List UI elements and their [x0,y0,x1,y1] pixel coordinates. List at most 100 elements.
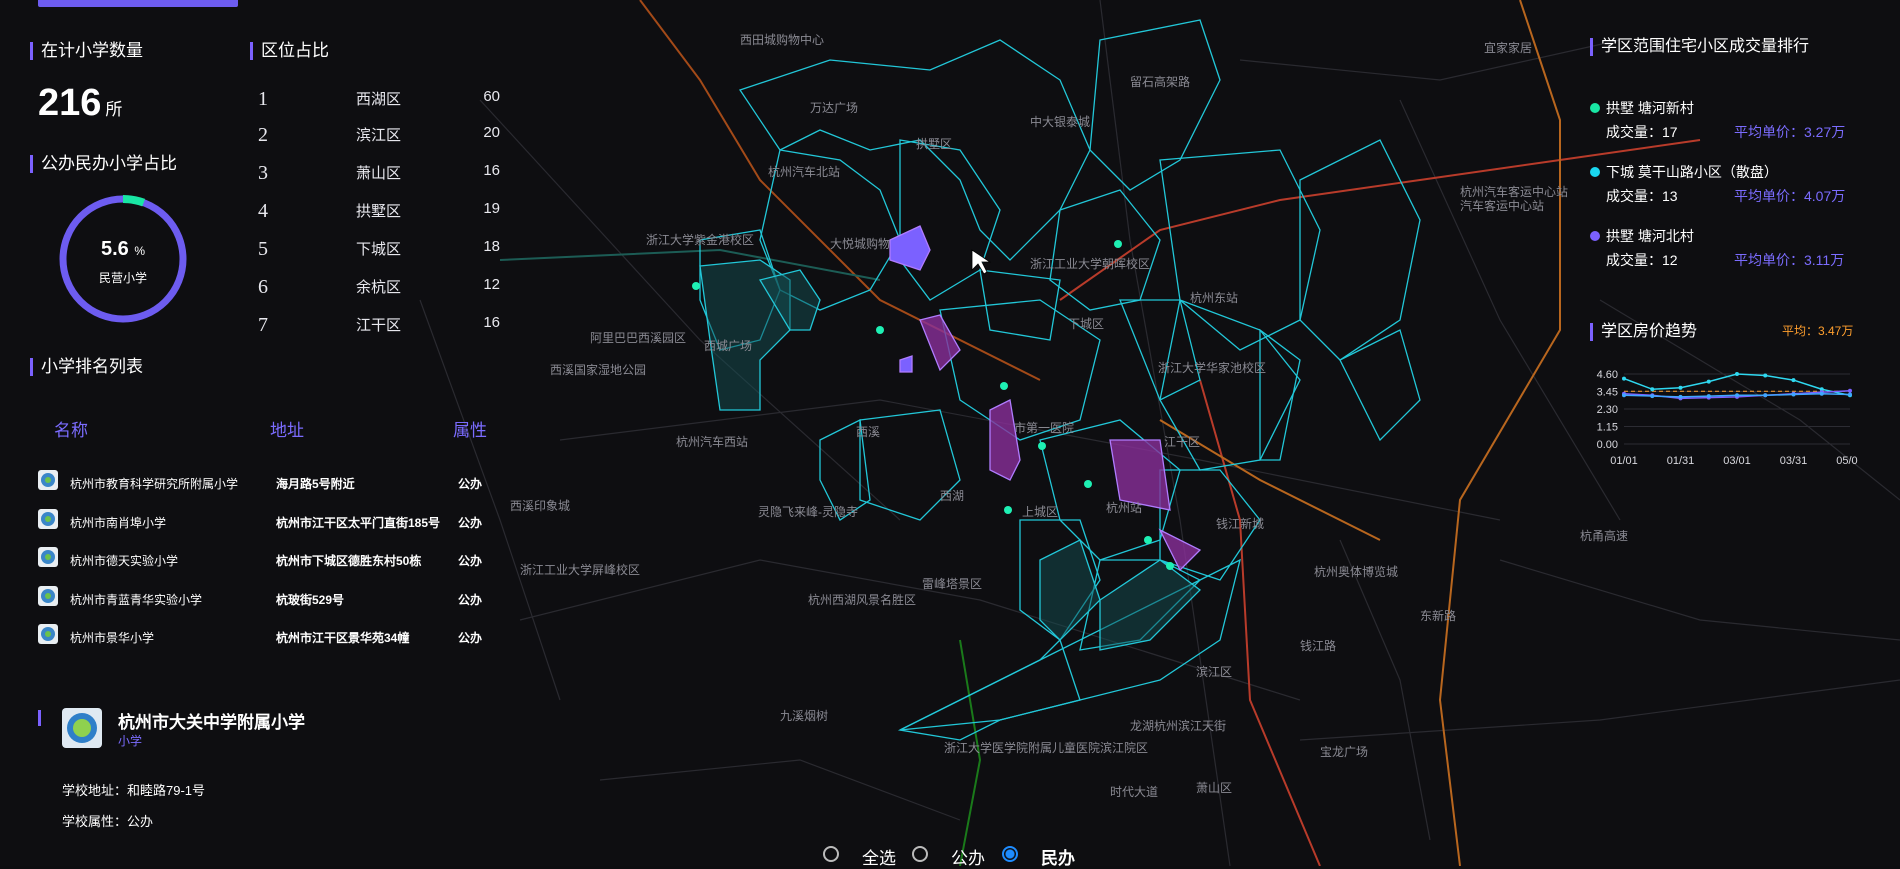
map-label: 九溪烟树 [780,708,828,723]
school-logo-icon [38,586,58,606]
series-point [1848,392,1852,397]
series-point [1706,394,1711,399]
detail-school-category: 小学 [118,734,143,748]
series-point [1650,387,1655,392]
district-row[interactable]: 2 滨江区 20 [258,124,500,148]
radio-public[interactable] [912,846,928,862]
school-row[interactable]: 杭州市南肖埠小学 杭州市江干区太平门直街185号 公办 [38,509,488,535]
map-label: 东新路 [1420,608,1456,623]
ratio-value-wrap: 5.6 % [58,238,188,261]
district-row[interactable]: 4 拱墅区 19 [258,200,500,224]
district-row[interactable]: 7 江干区 16 [258,314,500,338]
series-point [1735,393,1739,398]
map-label: 浙江工业大学屏峰校区 [520,562,640,577]
col-name-header[interactable]: 名称 [54,416,88,441]
district-rank: 3 [258,162,268,184]
y-tick-label: 1.15 [1597,422,1618,434]
map-label: 宝龙广场 [1320,745,1368,759]
district-rank: 7 [258,314,268,336]
map-label: 浙江工业大学朝晖校区 [1030,256,1150,271]
school-row[interactable]: 杭州市青蓝青华实验小学 杭玻街529号 公办 [38,586,488,612]
map-label: 大悦城购物 [830,236,890,251]
school-row[interactable]: 杭州市教育科学研究所附属小学 海月路5号附近 公办 [38,470,488,496]
map-label: 杭州东站 [1190,290,1238,305]
district-row[interactable]: 6 余杭区 12 [258,276,500,300]
series-point [1735,372,1739,376]
ratio-value: 5.6 [100,238,129,260]
map-label: 下城区 [1068,317,1104,331]
series-point [1763,393,1768,398]
radio-private-label[interactable]: 民办 [1041,844,1075,869]
school-type: 公办 [458,631,483,645]
radio-all-label[interactable]: 全选 [862,844,896,869]
district-title: 区位占比 [250,42,329,60]
radio-private[interactable] [1002,846,1018,862]
ranking-volume: 成交量：13 [1606,188,1678,204]
radio-public-label[interactable]: 公办 [951,844,985,869]
school-logo-icon [38,470,58,490]
district-value: 18 [483,238,500,255]
radio-all[interactable] [823,846,839,862]
detail-accent [38,710,41,726]
district-name: 滨江区 [356,127,402,144]
price-trend-chart[interactable]: 0.00 1.15 2.30 3.45 4.60 01/01 01/31 03/01 03/31… [1578,360,1858,468]
map-label: 浙江大学医学院附属儿童医院滨江院区 [944,740,1148,755]
map-label: 浙江大学紫金港校区 [646,232,754,247]
ratio-label: 民营小学 [98,271,147,285]
district-row[interactable]: 3 萧山区 16 [258,162,500,186]
series-point [1622,376,1626,381]
school-address: 杭玻街529号 [276,593,345,607]
map-label: 西田城购物中心 [740,32,824,47]
map-label: 万达广场 [810,101,858,115]
map-label: 市第一医院 [1014,420,1074,435]
map-label: 西溪国家湿地公园 [550,362,646,377]
district-rank: 1 [258,88,268,110]
district-rank: 5 [258,238,268,260]
school-name: 杭州市南肖埠小学 [70,516,167,530]
school-name: 杭州市教育科学研究所附属小学 [70,477,239,491]
ratio-ring: 5.6 % 民营小学 [58,194,188,324]
ratio-title: 公办民办小学占比 [30,155,177,173]
district-name: 萧山区 [356,165,402,182]
ranking-dot-icon [1590,231,1600,241]
trend-average-label: 平均：3.47万 [1782,324,1854,338]
map-label: 杭甬高速 [1580,528,1628,543]
district-row[interactable]: 5 下城区 18 [258,238,500,262]
map-label: 江干区 [1164,435,1200,449]
ranking-dot-icon [1590,167,1600,177]
ranking-community: 下城 莫干山路小区（散盘） [1606,164,1778,180]
district-name: 西湖区 [356,91,402,108]
school-name: 杭州市德天实验小学 [70,554,179,568]
school-row[interactable]: 杭州市德天实验小学 杭州市下城区德胜东村50栋 公办 [38,547,488,573]
map-label: 西溪印象城 [510,499,570,513]
map-label: 中大银泰城 [1030,114,1090,129]
district-name: 拱墅区 [356,203,402,220]
x-tick-label: 05/01 [1836,455,1858,467]
map-label: 杭州西湖风景名胜区 [808,592,916,607]
map-label: 留石高架路 [1130,74,1190,89]
y-tick-label: 4.60 [1597,369,1618,381]
school-address: 杭州市江干区景华苑34幢 [276,631,410,645]
top-accent-bar [38,0,238,7]
map-label: 杭州汽车北站 [768,164,840,179]
detail-address: 学校地址：和睦路79-1号 [62,783,206,798]
school-count-title: 在计小学数量 [30,42,143,60]
map-label: 西溪 [856,425,880,439]
x-tick-label: 01/01 [1610,455,1638,467]
map-label: 雷峰塔景区 [922,577,982,591]
ranking-price: 平均单价：3.27万 [1734,124,1846,140]
map-label: 杭州站 [1106,500,1142,515]
series-point [1791,378,1796,383]
school-row[interactable]: 杭州市景华小学 杭州市江干区景华苑34幢 公办 [38,624,488,650]
map-label: 浙江大学华家池校区 [1158,360,1266,375]
map-label: 滨江区 [1196,664,1232,679]
col-addr-header[interactable]: 地址 [270,416,304,441]
district-name: 余杭区 [356,279,402,296]
map-label: 拱墅区 [916,137,952,151]
district-row[interactable]: 1 西湖区 60 [258,88,500,112]
school-address: 杭州市下城区德胜东村50栋 [276,554,422,568]
series-point [1763,373,1768,378]
ranking-community: 拱墅 塘河新村 [1606,100,1694,116]
col-type-header[interactable]: 属性 [453,416,487,441]
map-label: 时代大道 [1110,785,1158,799]
